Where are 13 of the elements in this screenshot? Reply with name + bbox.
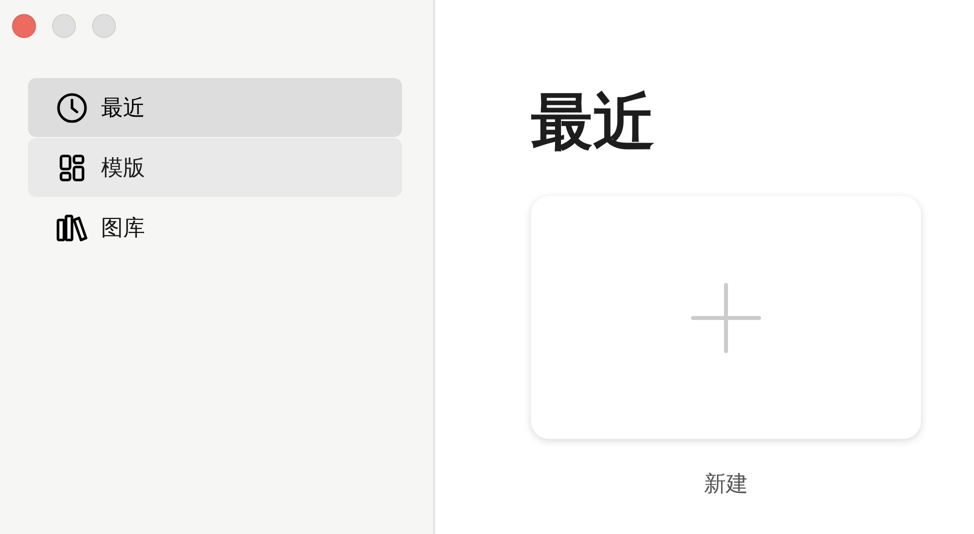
minimize-button[interactable] (52, 14, 76, 38)
new-card[interactable] (531, 196, 921, 440)
sidebar-item[interactable]: 图库 (28, 198, 402, 257)
plus-icon (691, 282, 761, 353)
sidebar-item[interactable]: 模版 (28, 138, 402, 197)
close-button[interactable] (12, 14, 36, 38)
new-label: 新建 (704, 471, 748, 500)
zoom-button[interactable] (92, 14, 116, 38)
page-title: 最近 (531, 88, 656, 156)
sidebar-item[interactable]: 最近 (28, 78, 402, 137)
grid-icon (58, 154, 86, 182)
clock-icon (56, 92, 88, 124)
books-icon (56, 214, 88, 242)
